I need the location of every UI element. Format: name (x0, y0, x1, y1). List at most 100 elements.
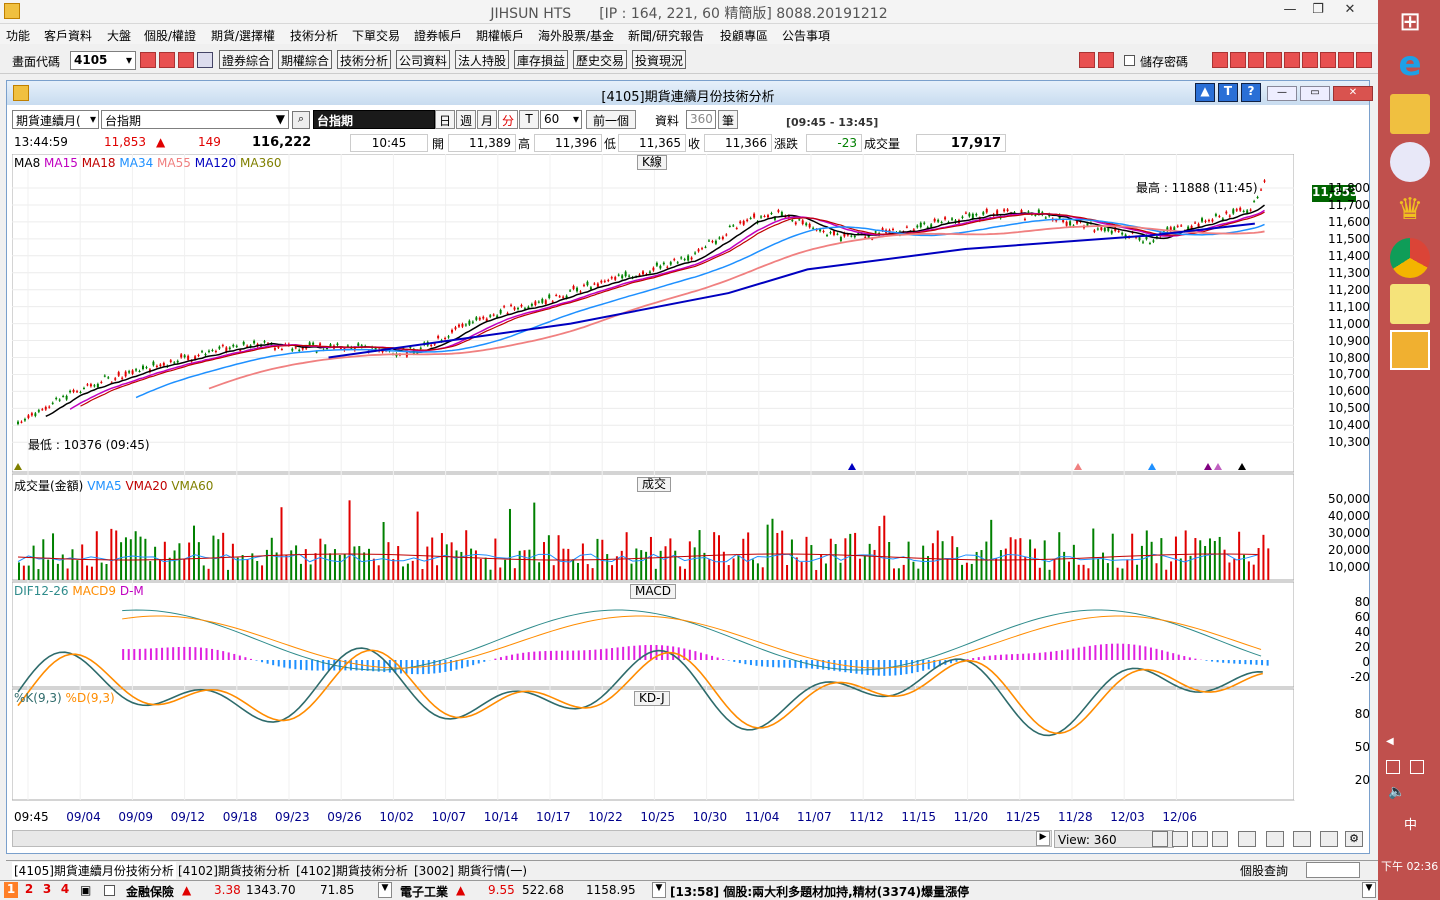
ticker-dropdown-1[interactable]: ▼ (378, 882, 392, 898)
scrollbar[interactable] (12, 830, 1052, 847)
search-plus-icon[interactable] (1192, 831, 1208, 847)
contract-type-select[interactable]: 期貨連續月(▾ (12, 110, 99, 129)
menu-item[interactable]: 期權帳戶 (476, 27, 524, 44)
menu-item[interactable]: 技術分析 (290, 27, 338, 44)
volume-icon[interactable]: 🔈 (1388, 784, 1405, 800)
tool-icon-6[interactable] (1302, 52, 1318, 68)
symbol-search-icon[interactable]: ⌕ (292, 111, 310, 129)
prev-button[interactable]: 前一個 (586, 110, 636, 129)
news-ticker[interactable]: [13:58] 個股:兩大利多題材加持,精材(3374)爆量漲停 (670, 883, 969, 900)
menu-item[interactable]: 個股/權證 (144, 27, 196, 44)
up-arrow-icon[interactable]: ▲ (1195, 83, 1215, 102)
tool-icon-9[interactable] (1356, 52, 1372, 68)
period-week-button[interactable]: 週 (456, 110, 476, 129)
page-3[interactable]: 3 (40, 882, 54, 898)
news-dropdown[interactable]: ▼ (1362, 882, 1376, 898)
menu-item[interactable]: 客戶資料 (44, 27, 92, 44)
toolbar-button-company[interactable]: 公司資料 (396, 50, 451, 69)
scroll-right-icon[interactable]: ▶ (1036, 831, 1050, 846)
next-icon[interactable] (1098, 52, 1114, 68)
chrome-icon[interactable] (1390, 238, 1430, 278)
tab-4105[interactable]: [4105]期貨連續月份技術分析 (12, 862, 176, 879)
zoom-out-icon[interactable] (1172, 831, 1188, 847)
dropdown-icon[interactable] (197, 52, 213, 68)
tool-icon-2[interactable] (1230, 52, 1246, 68)
toolbar-button-investment[interactable]: 投資現況 (632, 50, 687, 69)
menu-item[interactable]: 功能 (6, 27, 30, 44)
ticker-dropdown-2[interactable]: ▼ (652, 882, 666, 898)
prev-icon[interactable] (1079, 52, 1095, 68)
stock-query-input[interactable] (1306, 862, 1360, 878)
tool-icon-5[interactable] (1284, 52, 1300, 68)
menu-item[interactable]: 新聞/研究報告 (628, 27, 704, 44)
menu-item[interactable]: 下單交易 (352, 27, 400, 44)
menu-item[interactable]: 海外股票/基金 (538, 27, 614, 44)
period-day-button[interactable]: 日 (435, 110, 455, 129)
ie-icon[interactable]: e (1390, 44, 1430, 84)
clock[interactable]: 下午 02:36 (1381, 858, 1438, 874)
page-4[interactable]: 4 (58, 882, 72, 898)
chart-svg[interactable] (12, 154, 1368, 830)
tab-4102-a[interactable]: [4102]期貨技術分析 (178, 862, 290, 879)
print-icon[interactable] (178, 52, 194, 68)
inner-restore-button[interactable]: ▭ (1300, 86, 1330, 101)
symbol-input[interactable]: 台指期 ▼ (101, 110, 289, 129)
ime-indicator[interactable]: 中 (1404, 814, 1417, 833)
menu-item[interactable]: 期貨/選擇權 (211, 27, 275, 44)
layout-icon[interactable] (1293, 831, 1311, 847)
interval-select[interactable]: 60 ▾ (540, 110, 582, 129)
toolbar-button-tech[interactable]: 技術分析 (337, 50, 392, 69)
toolbar-button-inventory[interactable]: 庫存損益 (514, 50, 569, 69)
network-icon[interactable] (1410, 760, 1424, 774)
period-tick-button[interactable]: T (519, 110, 539, 129)
copy-icon[interactable] (1266, 831, 1284, 847)
period-minute-button[interactable]: 分 (498, 110, 518, 129)
gear-icon[interactable]: ⚙ (1345, 831, 1363, 847)
search-minus-icon[interactable] (1212, 831, 1228, 847)
inner-close-button[interactable]: ✕ (1333, 86, 1373, 101)
tool-icon-4[interactable] (1266, 52, 1282, 68)
menu-item[interactable]: 公告事項 (782, 27, 830, 44)
text-icon[interactable]: T (1218, 83, 1238, 102)
page-1[interactable]: 1 (4, 882, 18, 898)
tool-icon-8[interactable] (1338, 52, 1354, 68)
tab-4102-b[interactable]: [4102]期貨技術分析 (296, 862, 408, 879)
menu-item[interactable]: 投顧專區 (720, 27, 768, 44)
toolbar-button-securities[interactable]: 證券綜合 (219, 50, 274, 69)
tool-icon-3[interactable] (1248, 52, 1264, 68)
file-explorer-icon[interactable] (1390, 94, 1430, 134)
toolbar-button-institutional[interactable]: 法人持股 (455, 50, 510, 69)
crown-icon[interactable]: ♛ (1390, 190, 1430, 230)
save-password-checkbox[interactable] (1124, 55, 1135, 66)
zoom-in-icon[interactable] (1152, 831, 1168, 847)
start-icon[interactable]: ⊞ (1390, 2, 1430, 42)
tool-icon-7[interactable] (1320, 52, 1336, 68)
lock-icon[interactable]: ▣ (80, 883, 91, 897)
sticky-notes-icon[interactable] (1390, 284, 1430, 324)
period-month-button[interactable]: 月 (477, 110, 497, 129)
tab-3002[interactable]: [3002] 期貨行情(一) (414, 862, 527, 879)
pencil-icon[interactable] (1320, 831, 1338, 847)
minimize-button[interactable]: — (1276, 2, 1304, 20)
restore-button[interactable]: ❐ (1304, 2, 1332, 20)
window-icon[interactable] (159, 52, 175, 68)
paint-icon[interactable] (1390, 142, 1430, 182)
toolbar-button-history[interactable]: 歷史交易 (573, 50, 628, 69)
tray-arrow-icon[interactable]: ◀ (1386, 736, 1394, 747)
toolbar-button-futures[interactable]: 期權綜合 (278, 50, 333, 69)
page-2[interactable]: 2 (22, 882, 36, 898)
search-icon[interactable] (140, 52, 156, 68)
chart-area[interactable]: MA8 MA15 MA18 MA34 MA55 MA120 MA360 K線 最… (12, 154, 1370, 830)
help-icon[interactable]: ? (1241, 83, 1261, 102)
menu-item[interactable]: 大盤 (107, 27, 131, 44)
data-count-input[interactable]: 360 (686, 110, 716, 129)
inner-minimize-button[interactable]: — (1267, 86, 1297, 101)
jihsun-app-icon[interactable] (1390, 330, 1430, 370)
tool-icon-1[interactable] (1212, 52, 1228, 68)
indicator-icon[interactable] (1238, 831, 1256, 847)
ticker-checkbox[interactable] (104, 885, 115, 896)
count-unit-button[interactable]: 筆 (718, 110, 738, 129)
close-button[interactable]: ✕ (1336, 2, 1364, 20)
tray-icon-1[interactable] (1386, 760, 1400, 774)
screen-code-input[interactable]: 4105 ▾ (70, 51, 136, 70)
